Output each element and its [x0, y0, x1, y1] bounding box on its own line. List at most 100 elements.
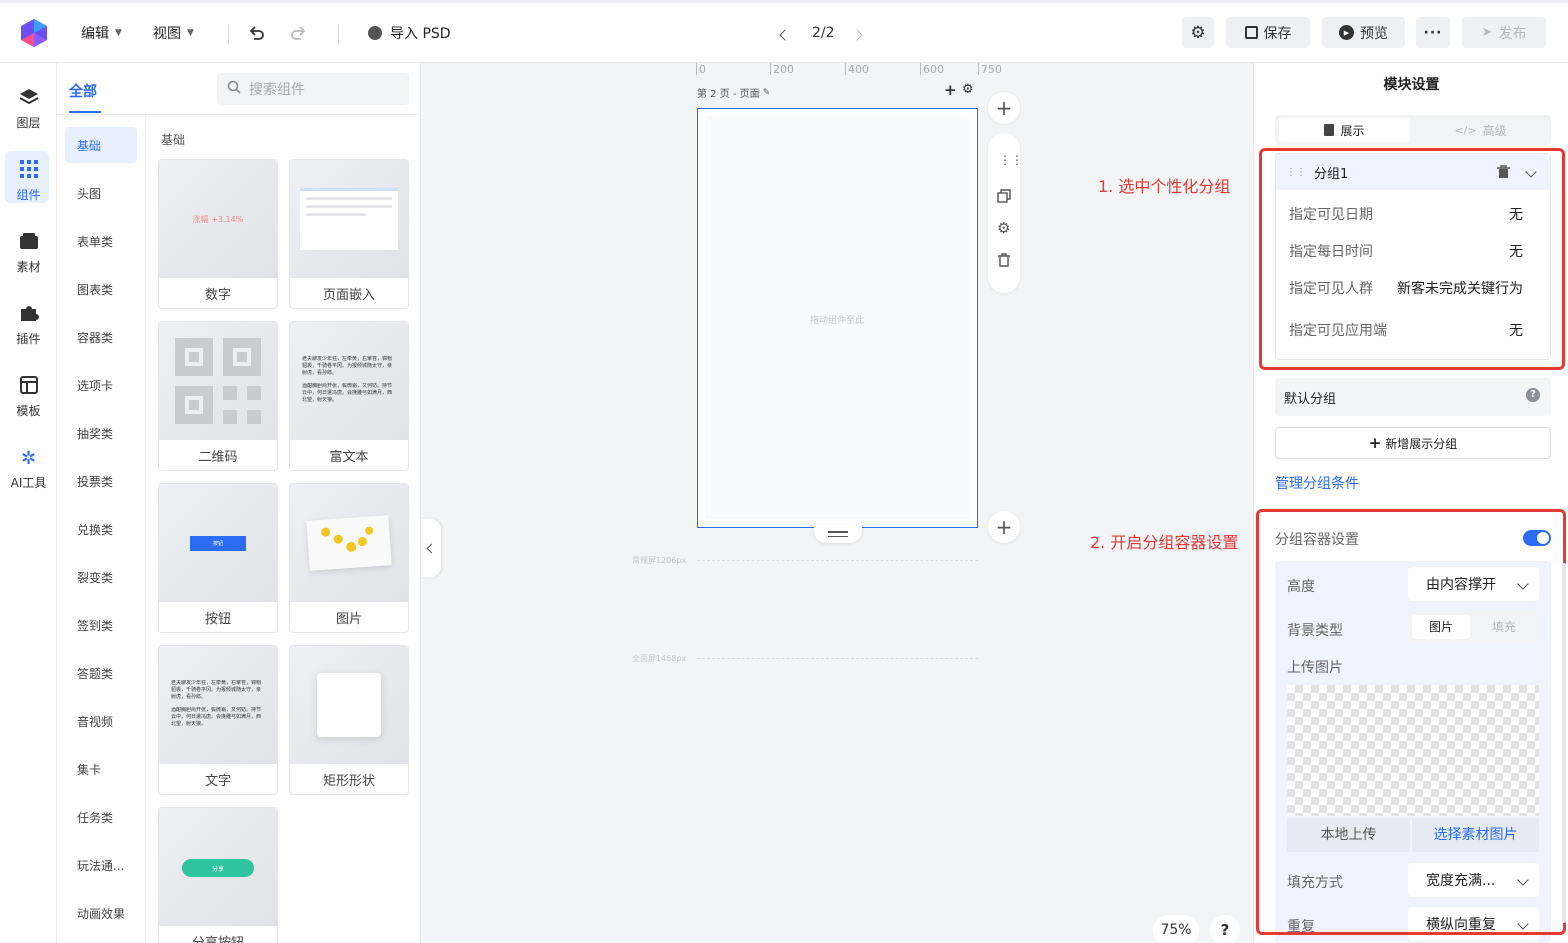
left-rail: 图层 组件 素材 插件 模板 ✲ AI工具: [0, 63, 57, 943]
component-card-text[interactable]: 老夫聊发少年狂，左牵黄，右擎苍，锦帽貂裘，千骑卷平冈。为报倾城随太守，亲射虎，看…: [158, 645, 278, 795]
thumb-text: 涨幅 +3.14%: [192, 214, 244, 224]
component-card-richtext[interactable]: 老夫聊发少年狂，左牵黄，右擎苍，锦帽貂裘，千骑卷平冈。为报倾城随太守，亲射虎，看…: [289, 321, 409, 471]
category-item[interactable]: 抽奖类: [77, 425, 113, 442]
zoom-control[interactable]: 75%: [1153, 915, 1199, 943]
drag-handle-icon[interactable]: ⋮⋮: [999, 154, 1023, 166]
component-card-rectangle[interactable]: 矩形形状: [289, 645, 409, 795]
tab-display[interactable]: 展示: [1279, 118, 1410, 142]
category-item[interactable]: 裂变类: [77, 569, 113, 586]
help-circle-icon[interactable]: ?: [1526, 388, 1540, 402]
guide-line: [697, 658, 978, 659]
view-menu[interactable]: 视图 ▼: [153, 23, 194, 43]
component-card-page-embed[interactable]: 页面嵌入: [289, 159, 409, 309]
category-item[interactable]: 图表类: [77, 281, 113, 298]
trash-icon[interactable]: [998, 253, 1010, 271]
guide-line: [697, 560, 978, 561]
copy-icon[interactable]: [997, 189, 1011, 207]
preview-button[interactable]: ▶ 预览: [1322, 17, 1405, 48]
tab-all[interactable]: 全部: [69, 81, 97, 101]
category-item[interactable]: 集卡: [77, 761, 101, 778]
edit-menu[interactable]: 编辑 ▼: [81, 23, 122, 43]
redo-icon[interactable]: [289, 25, 307, 47]
resize-handle[interactable]: [814, 525, 862, 543]
default-group[interactable]: 默认分组: [1275, 378, 1551, 416]
divider: [228, 24, 229, 44]
caret-down-icon: ▼: [187, 28, 194, 38]
tab-all-label: 全部: [69, 84, 97, 100]
category-item[interactable]: 投票类: [77, 473, 113, 490]
ruler: 0 200 400 600 750: [696, 63, 1016, 76]
category-item[interactable]: 任务类: [77, 809, 113, 826]
category-item[interactable]: 答题类: [77, 665, 113, 682]
highlight-group1: [1259, 148, 1565, 370]
undo-icon[interactable]: [248, 25, 266, 47]
save-button[interactable]: 保存: [1226, 17, 1310, 48]
edit-menu-label: 编辑: [81, 26, 109, 42]
page-frame[interactable]: 拖动组件至此: [697, 108, 978, 528]
component-card-number[interactable]: 涨幅 +3.14% 数字: [158, 159, 278, 309]
image-preview: [306, 515, 392, 571]
view-menu-label: 视图: [153, 26, 181, 42]
rail-label: AI工具: [10, 475, 47, 490]
publish-button[interactable]: ➤ 发布: [1462, 17, 1546, 48]
thumb-text: 按钮: [212, 541, 223, 547]
card-thumbnail: [290, 484, 408, 602]
category-item[interactable]: 容器类: [77, 329, 113, 346]
more-button[interactable]: ···: [1416, 17, 1450, 48]
card-thumbnail: 老夫聊发少年狂，左牵黄，右擎苍，锦帽貂裘，千骑卷平冈。为报倾城随太守，亲射虎，看…: [159, 646, 277, 764]
component-card-button[interactable]: 按钮 按钮: [158, 483, 278, 633]
category-item[interactable]: 动画效果: [77, 905, 125, 922]
import-psd-label: 导入 PSD: [390, 26, 451, 42]
search-box[interactable]: 搜索组件: [217, 73, 409, 105]
add-block-bottom-button[interactable]: +: [988, 511, 1020, 543]
save-icon: [1244, 26, 1258, 39]
ruler-tick: 0: [696, 63, 706, 76]
rail-item-materials[interactable]: 素材: [0, 223, 57, 283]
category-item[interactable]: 音视频: [77, 713, 113, 730]
rail-item-templates[interactable]: 模板: [0, 367, 57, 427]
settings-panel: 模块设置 展示 </> 高级 ⋮⋮ 分组1 指定可见日期 无 指定每日时间 无 …: [1253, 63, 1568, 943]
pencil-icon[interactable]: ✎: [763, 88, 771, 98]
category-item[interactable]: 兑换类: [77, 521, 113, 538]
ruler-tick: 600: [920, 63, 944, 76]
rail-item-plugins[interactable]: 插件: [0, 295, 57, 355]
scrollbar-track[interactable]: [1562, 563, 1566, 923]
manage-conditions-link[interactable]: 管理分组条件: [1275, 473, 1359, 493]
category-item[interactable]: 头图: [77, 185, 101, 202]
card-label: 二维码: [198, 450, 238, 465]
category-item[interactable]: 玩法通...: [77, 857, 124, 874]
gear-icon[interactable]: ⚙: [997, 219, 1010, 237]
rail-item-ai-tools[interactable]: ✲ AI工具: [0, 439, 57, 499]
next-page-icon[interactable]: [851, 28, 863, 43]
category-item[interactable]: 选项卡: [77, 377, 113, 394]
prev-page-icon[interactable]: [779, 28, 791, 43]
add-group-button[interactable]: + 新增展示分组: [1275, 427, 1551, 459]
card-thumbnail: 涨幅 +3.14%: [159, 160, 277, 278]
thumb-text: 酒酣胸胆尚开张，鬓微霜，又何妨。持节云中，何日遣冯唐。会挽雕弓如满月，西北望，射…: [302, 383, 393, 403]
import-psd-button[interactable]: 导入 PSD: [368, 23, 451, 43]
settings-title: 模块设置: [1383, 77, 1440, 93]
app-logo[interactable]: [18, 17, 50, 49]
component-card-image[interactable]: 图片: [289, 483, 409, 633]
rail-label: 图层: [16, 115, 41, 130]
rail-item-layers[interactable]: 图层: [0, 79, 57, 139]
highlight-container-settings: [1256, 509, 1566, 935]
add-page-icon[interactable]: +: [944, 81, 957, 99]
tab-advanced[interactable]: </> 高级: [1414, 118, 1547, 142]
component-card-qrcode[interactable]: 二维码: [158, 321, 278, 471]
card-label: 富文本: [329, 450, 369, 465]
help-button[interactable]: ?: [1210, 915, 1240, 943]
category-item[interactable]: 基础: [77, 137, 101, 154]
category-item[interactable]: 表单类: [77, 233, 113, 250]
default-group-label: 默认分组: [1284, 391, 1337, 407]
rail-item-components[interactable]: 组件: [0, 151, 57, 211]
settings-button[interactable]: ⚙: [1182, 17, 1214, 48]
tab-advanced-label: 高级: [1482, 123, 1507, 138]
search-input[interactable]: 搜索组件: [249, 79, 305, 99]
page-settings-icon[interactable]: ⚙: [962, 82, 974, 97]
component-card-share-button[interactable]: 分享 分享按钮: [158, 807, 278, 943]
category-item[interactable]: 签到类: [77, 617, 113, 634]
collapse-panel-tab[interactable]: [421, 519, 441, 577]
card-label: 图片: [335, 612, 362, 627]
add-block-top-button[interactable]: +: [988, 92, 1020, 124]
